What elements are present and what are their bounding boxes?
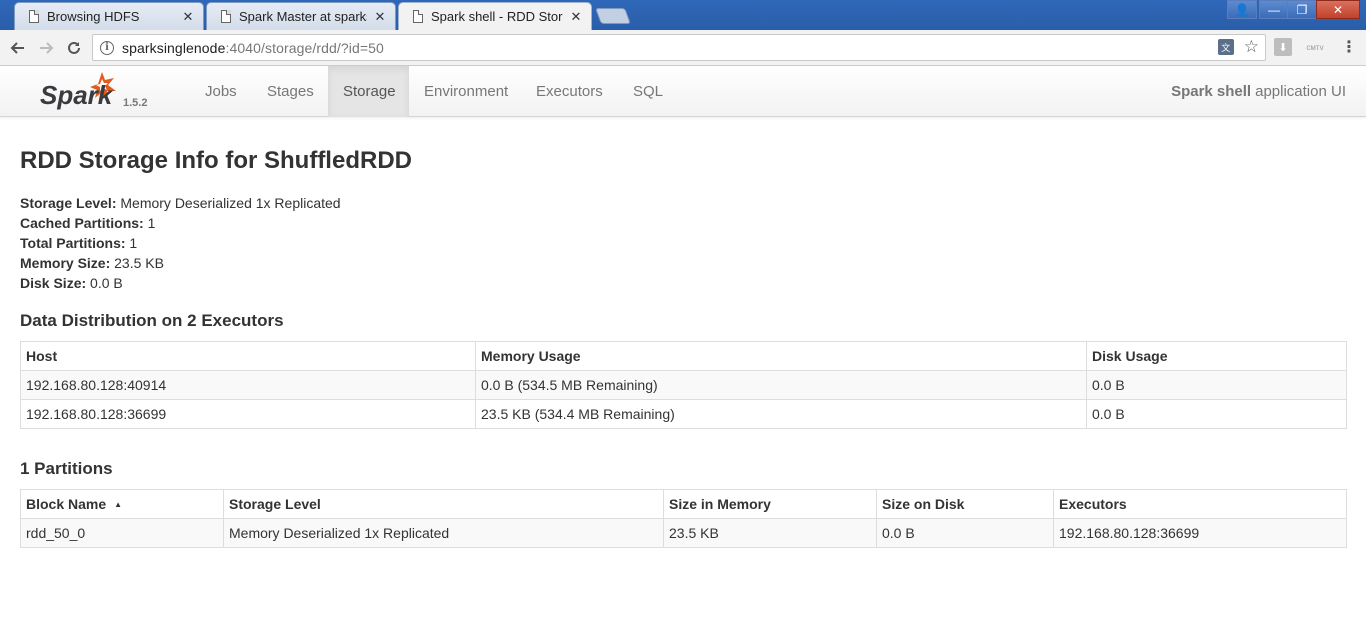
page-title: RDD Storage Info for ShuffledRDD [20, 147, 412, 174]
column-header-label: Block Name [26, 496, 107, 512]
url-text[interactable]: sparksinglenode:4040/storage/rdd/?id=50 [122, 40, 384, 56]
table-header-row: Block Name ▲ Storage Level Size in Memory… [20, 489, 1347, 519]
summary-value: 1 [147, 215, 156, 231]
summary-cached-partitions: Cached Partitions: 1 [20, 213, 341, 233]
cell-memory-usage: 23.5 KB (534.4 MB Remaining) [475, 399, 1087, 429]
maximize-button[interactable]: ❐ [1287, 0, 1317, 19]
summary-value: 1 [129, 235, 138, 251]
cell-size-on-disk: 0.0 B [876, 518, 1054, 548]
column-header-size-in-memory[interactable]: Size in Memory [663, 489, 877, 519]
summary-key: Disk Size: [20, 275, 87, 291]
tab-title: Browsing HDFS [47, 9, 140, 24]
app-title: Spark shell application UI [1171, 66, 1346, 117]
cell-storage-level: Memory Deserialized 1x Replicated [223, 518, 664, 548]
summary-disk-size: Disk Size: 0.0 B [20, 273, 341, 293]
bookmark-star-icon[interactable]: ☆ [1244, 38, 1259, 55]
summary-value: Memory Deserialized 1x Replicated [120, 195, 341, 211]
app-name: Spark shell [1171, 83, 1252, 100]
cell-disk-usage: 0.0 B [1086, 399, 1347, 429]
nav-tab-storage[interactable]: Storage [328, 66, 409, 117]
partitions-table: Block Name ▲ Storage Level Size in Memory… [20, 489, 1347, 548]
distribution-table: Host Memory Usage Disk Usage 192.168.80.… [20, 341, 1347, 429]
summary-value: 23.5 KB [114, 255, 164, 271]
table-row: 192.168.80.128:40914 0.0 B (534.5 MB Rem… [20, 370, 1347, 400]
url-path: :4040/storage/rdd/?id=50 [225, 39, 384, 56]
browser-tab-browsing-hdfs[interactable]: Browsing HDFS ✕ [14, 2, 204, 30]
table-row: 192.168.80.128:36699 23.5 KB (534.4 MB R… [20, 399, 1347, 429]
summary-key: Storage Level: [20, 195, 117, 211]
column-header-block-name[interactable]: Block Name ▲ [20, 489, 224, 519]
forward-arrow-icon[interactable] [34, 36, 58, 60]
table-row: rdd_50_0 Memory Deserialized 1x Replicat… [20, 518, 1347, 548]
close-icon[interactable]: ✕ [373, 9, 387, 25]
summary-key: Cached Partitions: [20, 215, 144, 231]
rdd-summary-list: Storage Level: Memory Deserialized 1x Re… [20, 193, 341, 293]
summary-value: 0.0 B [90, 275, 123, 291]
download-extension-icon[interactable]: ⬇ [1274, 38, 1292, 56]
nav-tab-executors[interactable]: Executors [521, 66, 618, 117]
cell-host: 192.168.80.128:36699 [20, 399, 476, 429]
browser-tab-spark-master[interactable]: Spark Master at sparks ✕ [206, 2, 396, 30]
tab-title: Spark Master at sparks [239, 9, 367, 24]
page-icon [221, 10, 231, 23]
spark-brand[interactable]: Spark 1.5.2 [40, 70, 155, 112]
url-host: sparksinglenode [122, 39, 226, 56]
spark-logo-text: Spark [40, 80, 114, 110]
nav-tab-stages[interactable]: Stages [252, 66, 329, 117]
address-bar[interactable]: i sparksinglenode:4040/storage/rdd/?id=5… [92, 34, 1266, 61]
nav-tab-sql[interactable]: SQL [618, 66, 678, 117]
browser-tabstrip: Browsing HDFS ✕ Spark Master at sparks ✕… [0, 0, 1366, 30]
page-icon [29, 10, 39, 23]
cell-size-in-memory: 23.5 KB [663, 518, 877, 548]
back-arrow-icon[interactable] [6, 36, 30, 60]
column-header-disk-usage[interactable]: Disk Usage [1086, 341, 1347, 371]
cmtv-extension-icon[interactable]: ᴄᴍᴛᴠ [1306, 38, 1324, 56]
summary-total-partitions: Total Partitions: 1 [20, 233, 341, 253]
nav-tab-environment[interactable]: Environment [409, 66, 523, 117]
column-header-executors[interactable]: Executors [1053, 489, 1347, 519]
summary-storage-level: Storage Level: Memory Deserialized 1x Re… [20, 193, 341, 213]
column-header-host[interactable]: Host [20, 341, 476, 371]
cell-host: 192.168.80.128:40914 [20, 370, 476, 400]
site-info-icon[interactable]: i [100, 40, 114, 55]
partitions-heading: 1 Partitions [20, 459, 113, 478]
spark-navbar: Spark 1.5.2 Jobs Stages Storage Environm… [0, 66, 1366, 117]
summary-key: Memory Size: [20, 255, 111, 271]
column-header-size-on-disk[interactable]: Size on Disk [876, 489, 1054, 519]
browser-menu-icon[interactable]: ⋮ [1340, 38, 1358, 56]
page-icon [413, 10, 423, 23]
close-icon[interactable]: ✕ [569, 9, 583, 25]
column-header-storage-level[interactable]: Storage Level [223, 489, 664, 519]
cell-disk-usage: 0.0 B [1086, 370, 1347, 400]
cell-block-name: rdd_50_0 [20, 518, 224, 548]
tab-title: Spark shell - RDD Stora [431, 9, 563, 24]
sort-ascending-icon[interactable]: ▲ [114, 500, 122, 509]
close-icon[interactable]: ✕ [181, 9, 195, 25]
new-tab-button[interactable] [595, 8, 631, 24]
app-suffix: application UI [1255, 83, 1346, 100]
spark-logo: Spark [40, 72, 116, 110]
table-header-row: Host Memory Usage Disk Usage [20, 341, 1347, 371]
distribution-heading: Data Distribution on 2 Executors [20, 311, 284, 330]
summary-memory-size: Memory Size: 23.5 KB [20, 253, 341, 273]
summary-key: Total Partitions: [20, 235, 126, 251]
window-close-button[interactable]: ✕ [1316, 0, 1360, 19]
spark-version: 1.5.2 [123, 97, 148, 109]
browser-tab-spark-shell[interactable]: Spark shell - RDD Stora ✕ [398, 2, 592, 30]
column-header-memory-usage[interactable]: Memory Usage [475, 341, 1087, 371]
translate-icon[interactable]: 文 [1217, 39, 1234, 55]
cell-executors: 192.168.80.128:36699 [1053, 518, 1347, 548]
user-profile-icon[interactable]: 👤 [1227, 0, 1257, 19]
nav-tab-jobs[interactable]: Jobs [190, 66, 252, 117]
minimize-button[interactable]: — [1259, 0, 1289, 19]
browser-toolbar: i sparksinglenode:4040/storage/rdd/?id=5… [0, 30, 1366, 66]
reload-icon[interactable] [62, 36, 86, 60]
cell-memory-usage: 0.0 B (534.5 MB Remaining) [475, 370, 1087, 400]
